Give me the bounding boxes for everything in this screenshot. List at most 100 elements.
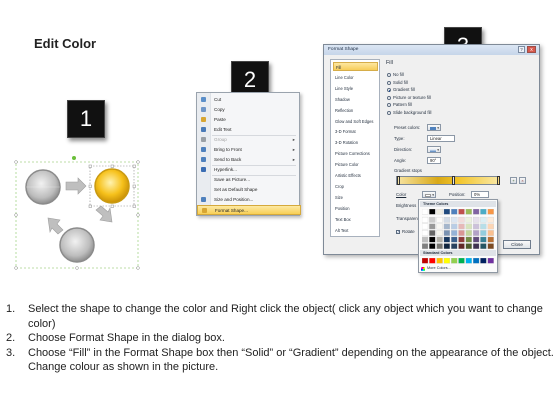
theme-color-swatch[interactable]	[436, 216, 443, 223]
help-button[interactable]: ?	[518, 46, 525, 53]
theme-color-swatch[interactable]	[443, 209, 451, 215]
menu-item-paste[interactable]: Paste	[197, 115, 301, 125]
nav-item-fill[interactable]: Fill	[333, 62, 378, 72]
theme-color-swatch[interactable]	[422, 209, 429, 215]
theme-color-swatch[interactable]	[472, 243, 480, 250]
theme-color-swatch[interactable]	[451, 236, 458, 243]
theme-color-swatch[interactable]	[443, 243, 451, 250]
color-button[interactable]: ▾	[422, 191, 436, 198]
standard-color-swatch[interactable]	[451, 258, 458, 264]
position-input[interactable]: 0%	[471, 191, 489, 198]
theme-color-swatch[interactable]	[443, 216, 451, 223]
type-select[interactable]: Linear	[427, 135, 455, 142]
close-icon[interactable]: x	[527, 46, 536, 53]
theme-color-swatch[interactable]	[436, 230, 443, 236]
theme-color-swatch[interactable]	[465, 230, 472, 236]
nav-item-reflection[interactable]: Reflection	[333, 106, 378, 115]
standard-color-swatch[interactable]	[429, 258, 436, 264]
theme-color-swatch[interactable]	[451, 223, 458, 230]
theme-color-swatch[interactable]	[480, 209, 487, 215]
theme-color-swatch[interactable]	[443, 230, 451, 236]
standard-color-swatch[interactable]	[480, 258, 487, 264]
theme-color-swatch[interactable]	[458, 216, 465, 223]
theme-color-swatch[interactable]	[480, 230, 487, 236]
nav-item-crop[interactable]: Crop	[333, 182, 378, 191]
angle-input[interactable]: 90°	[427, 157, 441, 164]
standard-color-swatch[interactable]	[458, 258, 465, 264]
nav-item-artistic-effects[interactable]: Artistic Effects	[333, 171, 378, 180]
remove-stop-icon[interactable]: ×	[519, 177, 526, 184]
theme-color-swatch[interactable]	[458, 230, 465, 236]
theme-color-swatch[interactable]	[472, 236, 480, 243]
theme-color-swatch[interactable]	[436, 236, 443, 243]
theme-color-swatch[interactable]	[422, 243, 429, 250]
theme-color-swatch[interactable]	[487, 236, 494, 243]
menu-item-set-as-default-shape[interactable]: Set as Default Shape	[197, 185, 301, 195]
menu-item-copy[interactable]: Copy	[197, 105, 301, 115]
theme-color-swatch[interactable]	[436, 209, 443, 215]
theme-color-swatch[interactable]	[429, 223, 436, 230]
theme-color-swatch[interactable]	[451, 243, 458, 250]
add-stop-icon[interactable]: +	[510, 177, 517, 184]
nav-item-position[interactable]: Position	[333, 204, 378, 213]
standard-color-swatch[interactable]	[436, 258, 443, 264]
gradient-stop-1[interactable]	[397, 176, 400, 185]
theme-color-grid[interactable]	[422, 209, 496, 253]
theme-color-swatch[interactable]	[480, 216, 487, 223]
menu-item-size-and-position[interactable]: Size and Position...	[197, 195, 301, 205]
rotate-handle[interactable]	[72, 156, 76, 160]
theme-color-swatch[interactable]	[458, 236, 465, 243]
theme-color-swatch[interactable]	[472, 209, 480, 215]
radio-gradient-fill[interactable]: Gradient fill	[387, 87, 415, 93]
preset-colors-button[interactable]: ▾	[427, 124, 441, 131]
gradient-stop-3[interactable]	[497, 176, 500, 185]
theme-color-swatch[interactable]	[451, 216, 458, 223]
gray-shape-bottom[interactable]	[59, 227, 95, 263]
theme-color-swatch[interactable]	[472, 216, 480, 223]
radio-picture-or-texture-fill[interactable]: Picture or texture fill	[387, 95, 431, 101]
theme-color-swatch[interactable]	[422, 216, 429, 223]
theme-color-swatch[interactable]	[465, 223, 472, 230]
theme-color-swatch[interactable]	[429, 243, 436, 250]
theme-color-swatch[interactable]	[443, 223, 451, 230]
theme-color-swatch[interactable]	[422, 223, 429, 230]
theme-color-swatch[interactable]	[465, 236, 472, 243]
theme-color-swatch[interactable]	[465, 209, 472, 215]
close-button[interactable]: Close	[503, 240, 531, 249]
gradient-stops-bar[interactable]	[396, 176, 500, 185]
nav-item-glow-and-soft-edges[interactable]: Glow and Soft Edges	[333, 117, 378, 126]
menu-item-hyperlink[interactable]: Hyperlink...	[197, 165, 301, 175]
theme-color-swatch[interactable]	[487, 230, 494, 236]
nav-item-size[interactable]: Size	[333, 193, 378, 202]
theme-color-swatch[interactable]	[487, 209, 494, 215]
theme-color-swatch[interactable]	[451, 230, 458, 236]
menu-item-bring-to-front[interactable]: Bring to Front ▸	[197, 145, 301, 155]
theme-color-swatch[interactable]	[429, 230, 436, 236]
gray-shape-left[interactable]	[25, 169, 61, 205]
theme-color-swatch[interactable]	[480, 236, 487, 243]
theme-color-swatch[interactable]	[480, 223, 487, 230]
direction-button[interactable]: ▾	[427, 146, 441, 153]
nav-item-shadow[interactable]: Shadow	[333, 95, 378, 104]
nav-item-picture-corrections[interactable]: Picture Corrections	[333, 149, 378, 158]
theme-color-swatch[interactable]	[465, 243, 472, 250]
theme-color-swatch[interactable]	[429, 209, 436, 215]
standard-color-swatch[interactable]	[472, 258, 480, 264]
theme-color-swatch[interactable]	[472, 230, 480, 236]
standard-color-swatch[interactable]	[487, 258, 494, 264]
nav-item-alt-text[interactable]: Alt Text	[333, 226, 378, 235]
theme-color-swatch[interactable]	[422, 230, 429, 236]
menu-item-edit-text[interactable]: Edit Text	[197, 125, 301, 135]
theme-color-swatch[interactable]	[436, 223, 443, 230]
theme-color-swatch[interactable]	[487, 243, 494, 250]
nav-item-line-color[interactable]: Line Color	[333, 73, 378, 82]
menu-item-format-shape[interactable]: Format Shape...	[197, 205, 301, 215]
standard-color-swatch[interactable]	[443, 258, 451, 264]
theme-color-swatch[interactable]	[451, 209, 458, 215]
radio-solid-fill[interactable]: Solid fill	[387, 80, 408, 86]
theme-color-swatch[interactable]	[443, 236, 451, 243]
standard-color-swatch[interactable]	[422, 258, 429, 264]
theme-color-swatch[interactable]	[436, 243, 443, 250]
nav-item-line-style[interactable]: Line Style	[333, 84, 378, 93]
more-colors-item[interactable]: More Colors...	[421, 266, 451, 271]
